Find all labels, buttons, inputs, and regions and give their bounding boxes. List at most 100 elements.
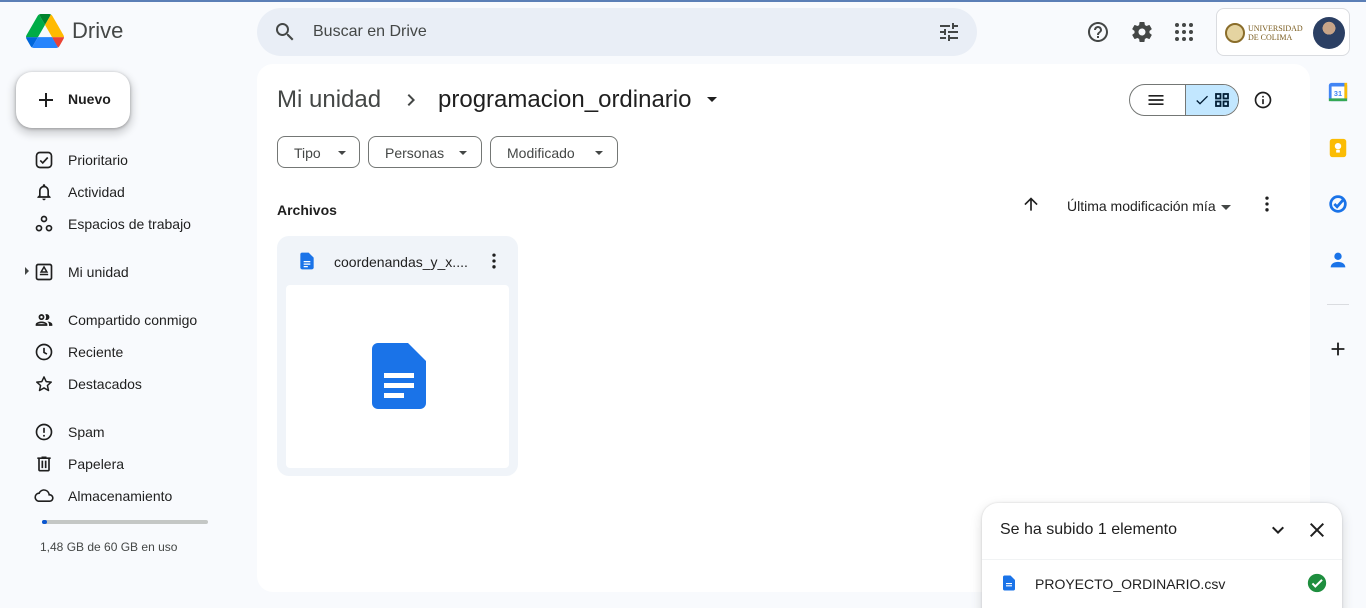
app-name: Drive <box>72 18 124 43</box>
svg-text:31: 31 <box>1334 89 1342 98</box>
sort-menu-caret-icon[interactable] <box>1221 205 1231 210</box>
new-button-label: Nuevo <box>68 91 111 107</box>
sort-by-label[interactable]: Última modificación mía <box>1067 198 1216 214</box>
sidebar-item-label: Mi unidad <box>68 264 129 280</box>
sidebar-item-label: Papelera <box>68 456 125 472</box>
uploaded-file-name: PROYECTO_ORDINARIO.csv <box>1035 576 1226 592</box>
workspaces-icon <box>35 215 53 232</box>
upload-complete-check-icon <box>1307 573 1327 593</box>
search-options-icon[interactable] <box>937 20 961 44</box>
upload-status-title: Se ha subido 1 elemento <box>1000 521 1178 538</box>
plus-icon <box>39 93 53 107</box>
upload-item-row[interactable]: PROYECTO_ORDINARIO.csv <box>982 559 1342 608</box>
file-thumbnail[interactable] <box>286 285 509 468</box>
search-bar[interactable] <box>257 8 977 56</box>
close-icon[interactable] <box>1305 518 1329 542</box>
search-input[interactable] <box>313 18 913 46</box>
sort-direction-arrow-icon[interactable] <box>1021 194 1041 214</box>
new-button[interactable]: Nuevo <box>16 72 130 128</box>
more-vert-icon[interactable] <box>1257 194 1277 214</box>
organization-name-line2: DE COLIMA <box>1248 33 1293 42</box>
filter-chip-label: Modificado <box>507 145 575 161</box>
sidebar-item-actividad[interactable]: Actividad <box>28 176 248 208</box>
add-addon-plus-icon[interactable] <box>1327 338 1349 360</box>
help-icon[interactable] <box>1086 20 1110 44</box>
chevron-down-icon <box>338 151 346 155</box>
sidebar-item-reciente[interactable]: Reciente <box>28 336 248 368</box>
filter-chip-tipo[interactable]: Tipo <box>277 136 360 168</box>
sidebar-item-label: Reciente <box>68 344 124 360</box>
check-icon <box>1196 95 1208 105</box>
priority-check-icon <box>35 151 53 169</box>
search-icon[interactable] <box>273 20 297 44</box>
organization-seal-icon <box>1225 23 1245 43</box>
chevron-down-icon <box>459 151 467 155</box>
collapse-chevron-icon[interactable] <box>1266 518 1290 542</box>
bell-icon <box>37 184 51 201</box>
account-switcher[interactable]: UNIVERSIDAD DE COLIMA <box>1216 8 1350 56</box>
my-drive-icon <box>35 263 53 281</box>
chevron-right-icon <box>407 94 415 106</box>
user-avatar[interactable] <box>1313 17 1345 49</box>
breadcrumb-current-folder[interactable]: programacion_ordinario <box>438 86 691 114</box>
clock-icon <box>35 343 53 361</box>
sidebar-item-prioritario[interactable]: Prioritario <box>28 144 248 176</box>
storage-progress-bar <box>42 520 208 524</box>
upload-progress-panel: Se ha subido 1 elemento PROYECTO_ORDINAR… <box>982 503 1342 608</box>
sidebar-item-destacados[interactable]: Destacados <box>28 368 248 400</box>
chevron-down-icon <box>595 151 603 155</box>
sidebar-item-compartido-conmigo[interactable]: Compartido conmigo <box>28 304 248 336</box>
view-toggle <box>1129 84 1239 116</box>
organization-logo: UNIVERSIDAD DE COLIMA <box>1225 21 1305 45</box>
filter-chip-label: Tipo <box>294 145 321 161</box>
google-keep-icon[interactable] <box>1327 137 1349 159</box>
sidebar-item-spam[interactable]: Spam <box>28 416 248 448</box>
list-view-icon <box>1148 95 1164 105</box>
sidebar-item-label: Almacenamiento <box>68 488 173 504</box>
file-more-vert-icon[interactable] <box>484 251 504 271</box>
star-icon <box>36 376 52 392</box>
filter-chip-label: Personas <box>385 145 445 161</box>
file-card[interactable]: coordenandas_y_x.... <box>277 236 518 476</box>
grid-view-icon <box>1215 93 1229 107</box>
sidebar-item-label: Compartido conmigo <box>68 312 198 328</box>
section-title-files: Archivos <box>277 202 337 218</box>
cloud-icon <box>34 489 54 502</box>
google-calendar-icon[interactable]: 31 <box>1327 81 1349 103</box>
drive-logo[interactable]: Drive <box>26 14 123 48</box>
sidebar-item-label: Actividad <box>68 184 125 200</box>
apps-grid-icon[interactable] <box>1172 20 1196 44</box>
drive-logo-icon <box>26 14 64 48</box>
google-contacts-icon[interactable] <box>1327 249 1349 271</box>
sidebar-item-label: Espacios de trabajo <box>68 216 191 232</box>
sidebar-item-mi-unidad[interactable]: Mi unidad <box>25 256 248 288</box>
list-view-button[interactable] <box>1130 85 1185 115</box>
google-docs-large-icon <box>372 343 426 409</box>
sidebar-item-label: Spam <box>68 424 105 440</box>
people-icon <box>35 314 53 326</box>
google-tasks-icon[interactable] <box>1327 193 1349 215</box>
settings-gear-icon[interactable] <box>1130 20 1154 44</box>
sidebar-item-papelera[interactable]: Papelera <box>28 448 248 480</box>
filter-chip-modificado[interactable]: Modificado <box>490 136 618 168</box>
storage-usage-text: 1,48 GB de 60 GB en uso <box>40 540 178 554</box>
organization-name-line1: UNIVERSIDAD <box>1248 24 1303 33</box>
folder-menu-caret-icon[interactable] <box>707 97 717 102</box>
filter-chip-personas[interactable]: Personas <box>368 136 482 168</box>
rail-divider <box>1327 304 1349 305</box>
sidebar-item-espacios-de-trabajo[interactable]: Espacios de trabajo <box>28 208 248 240</box>
document-file-icon <box>1003 575 1015 591</box>
expand-caret-icon[interactable] <box>25 267 29 275</box>
breadcrumb-root[interactable]: Mi unidad <box>277 86 381 114</box>
window-top-border <box>0 0 1366 2</box>
storage-progress-fill <box>42 520 47 524</box>
sidebar-item-label: Destacados <box>68 376 142 392</box>
sidebar-item-label: Prioritario <box>68 152 128 168</box>
spam-icon <box>35 423 53 441</box>
grid-view-button[interactable] <box>1185 85 1238 115</box>
sidebar-item-almacenamiento[interactable]: Almacenamiento <box>28 480 248 512</box>
trash-icon <box>37 456 51 472</box>
file-name: coordenandas_y_x.... <box>334 254 468 270</box>
google-docs-icon <box>300 252 314 270</box>
info-icon[interactable] <box>1253 90 1273 110</box>
